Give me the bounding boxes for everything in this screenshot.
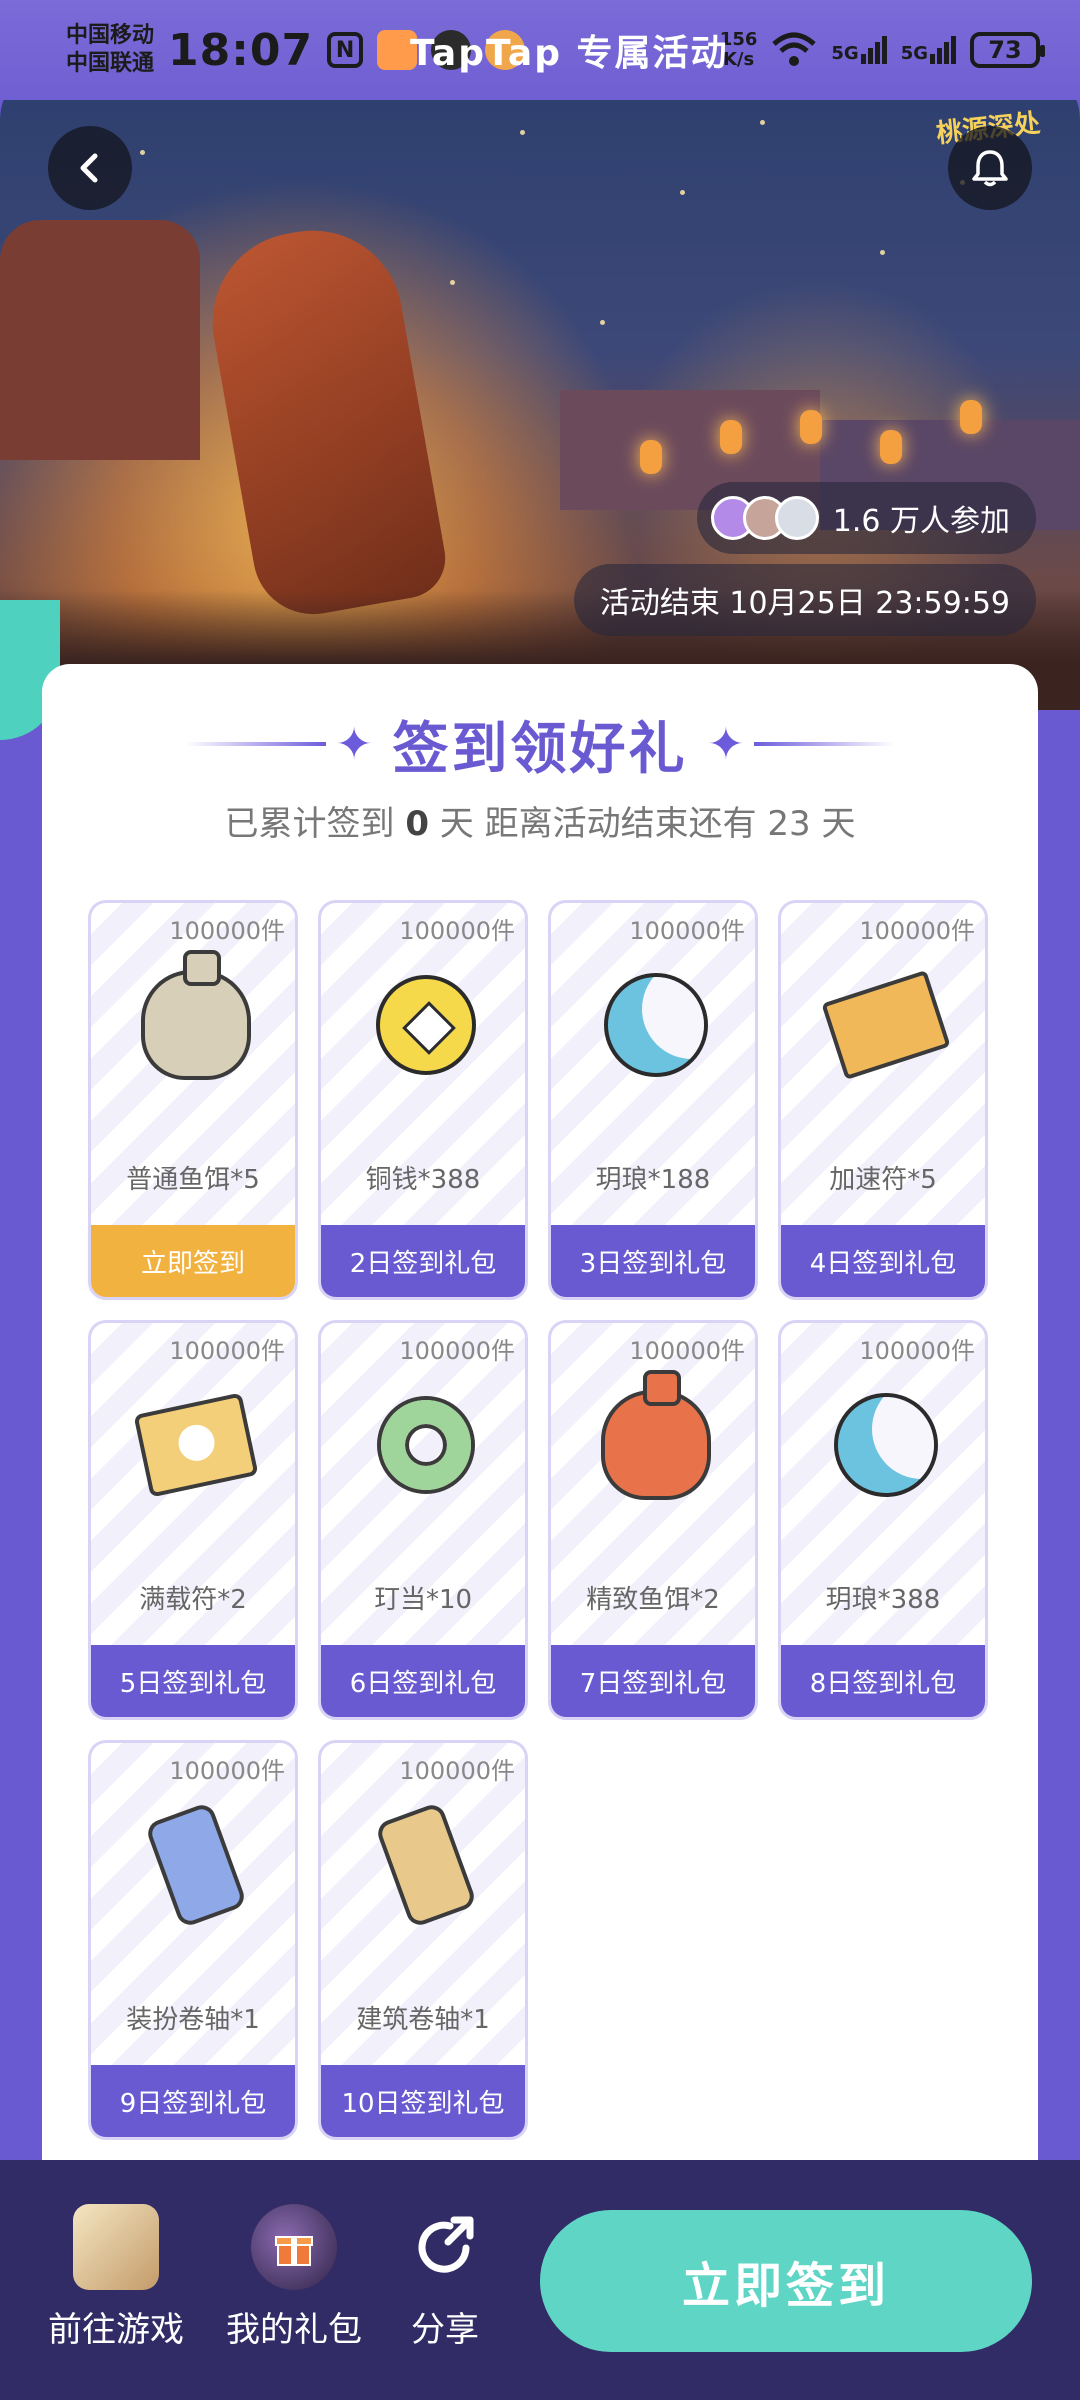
gift-name: 铜钱*388 <box>365 1165 481 1195</box>
nfc-icon: N <box>327 32 364 68</box>
notification-button[interactable] <box>948 126 1032 210</box>
status-bar: 中国移动 中国联通 18:07 N 156 K/s 5G 5G 73 TapTa… <box>0 0 1080 100</box>
carrier-2: 中国联通 <box>66 51 155 76</box>
gift-name: 玥琅*188 <box>595 1165 711 1195</box>
day-2-gift-button[interactable]: 2日签到礼包 <box>321 1225 525 1297</box>
gift-card-day-4[interactable]: 100000件 加速符*5 4日签到礼包 <box>778 900 988 1300</box>
gift-card-day-9[interactable]: 100000件 装扮卷轴*1 9日签到礼包 <box>88 1740 298 2140</box>
gift-stock: 100000件 <box>859 917 975 945</box>
share-label: 分享 <box>411 2310 479 2350</box>
day-4-gift-button[interactable]: 4日签到礼包 <box>781 1225 985 1297</box>
building-scroll-icon <box>374 1801 478 1929</box>
section-title: ✦ 签到领好礼 ✦ <box>42 704 1038 784</box>
gift-card-day-8[interactable]: 100000件 玥琅*388 8日签到礼包 <box>778 1320 988 1720</box>
gift-stock: 100000件 <box>169 1337 285 1365</box>
crescent-moon-icon <box>834 1393 938 1497</box>
crescent-moon-icon <box>604 973 708 1077</box>
gift-card-day-6[interactable]: 100000件 玎当*10 6日签到礼包 <box>318 1320 528 1720</box>
bottom-action-bar: 前往游戏 我的礼包 分享 立即签到 <box>0 2160 1080 2400</box>
signin-title: 签到领好礼 <box>392 716 688 782</box>
signal-strength-2: 5G <box>901 36 956 64</box>
gift-name: 加速符*5 <box>829 1165 937 1195</box>
gift-name: 玥琅*388 <box>825 1585 941 1615</box>
gift-name: 精致鱼饵*2 <box>586 1585 720 1615</box>
deadline-badge: 活动结束 10月25日 23:59:59 <box>573 564 1036 636</box>
clock: 18:07 <box>168 24 314 76</box>
day-9-gift-button[interactable]: 9日签到礼包 <box>91 2065 295 2137</box>
participants-badge: 1.6 万人参加 <box>696 482 1036 554</box>
avatar <box>774 496 819 540</box>
gift-name: 满载符*2 <box>139 1585 247 1615</box>
bait-bag-icon <box>141 950 251 1080</box>
sparkle-icon: ✦ <box>707 718 745 770</box>
day-5-gift-button[interactable]: 5日签到礼包 <box>91 1645 295 1717</box>
gift-stock: 100000件 <box>859 1337 975 1365</box>
gift-card-day-10[interactable]: 100000件 建筑卷轴*1 10日签到礼包 <box>318 1740 528 2140</box>
gift-card-day-5[interactable]: 100000件 满载符*2 5日签到礼包 <box>88 1320 298 1720</box>
gift-stock: 100000件 <box>399 1757 515 1785</box>
signin-progress: 已累计签到 0 天 距离活动结束还有 23 天 <box>224 804 856 844</box>
gift-card-day-1[interactable]: 100000件 普通鱼饵*5 立即签到 <box>88 900 298 1300</box>
gift-card-day-2[interactable]: 100000件 铜钱*388 2日签到礼包 <box>318 900 528 1300</box>
divider <box>754 742 895 746</box>
day-8-gift-button[interactable]: 8日签到礼包 <box>781 1645 985 1717</box>
back-button[interactable] <box>48 126 132 210</box>
deadline-text: 活动结束 10月25日 23:59:59 <box>599 586 1010 621</box>
signin-card: ✦ 签到领好礼 ✦ 已累计签到 0 天 距离活动结束还有 23 天 100000… <box>42 664 1038 2164</box>
go-to-game-button[interactable]: 前往游戏 <box>48 2204 184 2351</box>
gift-stock: 100000件 <box>399 917 515 945</box>
signin-now-button[interactable]: 立即签到 <box>91 1225 295 1297</box>
gift-stock: 100000件 <box>169 1757 285 1785</box>
sparkle-icon: ✦ <box>335 718 373 770</box>
gift-name: 建筑卷轴*1 <box>356 2005 490 2035</box>
copper-coin-icon <box>376 975 476 1075</box>
day-7-gift-button[interactable]: 7日签到礼包 <box>551 1645 755 1717</box>
wifi-icon <box>772 32 817 66</box>
gift-stock: 100000件 <box>629 1337 745 1365</box>
fine-bait-bag-icon <box>601 1370 711 1500</box>
battery-indicator: 73 <box>970 32 1045 68</box>
gift-name: 玎当*10 <box>373 1585 473 1615</box>
sign-in-cta-button[interactable]: 立即签到 <box>540 2210 1032 2352</box>
go-to-game-label: 前往游戏 <box>48 2310 184 2350</box>
gift-stock: 100000件 <box>399 1337 515 1365</box>
gift-card-day-7[interactable]: 100000件 精致鱼饵*2 7日签到礼包 <box>548 1320 758 1720</box>
full-load-talisman-icon <box>133 1392 259 1498</box>
participants-count: 1.6 万人参加 <box>832 504 1010 539</box>
game-icon <box>73 2204 159 2290</box>
my-gifts-label: 我的礼包 <box>226 2310 362 2350</box>
gift-name: 装扮卷轴*1 <box>126 2005 260 2035</box>
outfit-scroll-icon <box>144 1801 248 1929</box>
gift-stock: 100000件 <box>629 917 745 945</box>
day-10-gift-button[interactable]: 10日签到礼包 <box>321 2065 525 2137</box>
speed-talisman-icon <box>821 969 951 1081</box>
day-3-gift-button[interactable]: 3日签到礼包 <box>551 1225 755 1297</box>
day-6-gift-button[interactable]: 6日签到礼包 <box>321 1645 525 1717</box>
chevron-left-icon <box>80 153 98 183</box>
share-icon <box>402 2204 488 2290</box>
gift-box-icon <box>251 2204 337 2290</box>
status-indicators: 156 K/s 5G 5G 73 <box>720 30 1045 70</box>
remaining-days: 23 <box>767 804 811 844</box>
page-title: TapTap 专属活动 <box>410 33 729 74</box>
gift-name: 普通鱼饵*5 <box>126 1165 260 1195</box>
gift-stock: 100000件 <box>169 917 285 945</box>
gift-grid: 100000件 普通鱼饵*5 立即签到 100000件 铜钱*388 2日签到礼… <box>88 900 992 2140</box>
my-gifts-button[interactable]: 我的礼包 <box>226 2204 362 2351</box>
signal-strength-1: 5G <box>831 36 887 64</box>
gift-card-day-3[interactable]: 100000件 玥琅*188 3日签到礼包 <box>548 900 758 1300</box>
share-button[interactable]: 分享 <box>402 2204 488 2351</box>
carrier-1: 中国移动 <box>66 23 155 48</box>
dancer-illustration <box>198 216 452 624</box>
carrier-info: 中国移动 中国联通 <box>66 22 154 78</box>
bell-icon <box>972 150 1008 187</box>
participant-avatars <box>710 496 819 540</box>
signed-days: 0 <box>405 804 429 844</box>
jade-ring-icon <box>381 1400 471 1490</box>
divider <box>185 742 326 746</box>
